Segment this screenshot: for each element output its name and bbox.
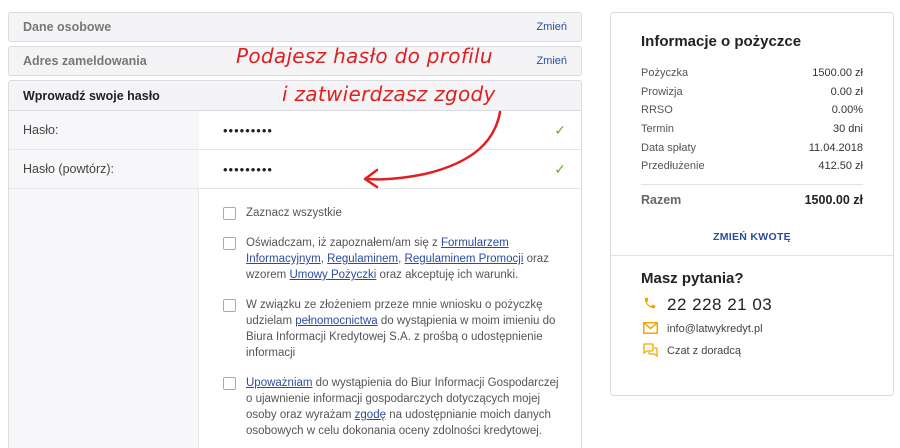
annotation-line-1: Podajesz hasło do profilu <box>236 44 493 68</box>
loan-row: Przedłużenie 412.50 zł <box>641 160 863 173</box>
contact-section: Masz pytania? 22 228 21 03 info@latwykre… <box>611 256 893 360</box>
check-icon: ✓ <box>554 160 567 177</box>
chat-row: Czat z doradcą <box>641 342 863 360</box>
annotation-arrow-icon <box>363 110 502 189</box>
consent-big: Upoważniam do wystąpienia do Biur Inform… <box>223 375 561 439</box>
chat-icon <box>641 342 659 360</box>
envelope-icon <box>641 321 659 337</box>
bik-text: W związku ze złożeniem przeze mnie wnios… <box>246 299 556 359</box>
chat-link[interactable]: Czat z doradcą <box>667 345 741 357</box>
password-value: ••••••••• <box>223 122 273 138</box>
phone-icon <box>641 296 659 313</box>
authorize-link[interactable]: Upoważniam <box>246 377 312 389</box>
loan-row: Pożyczka 1500.00 zł <box>641 67 863 80</box>
bik-checkbox[interactable] <box>223 299 236 312</box>
loan-info-title: Informacje o pożyczce <box>641 33 802 50</box>
loan-row: Termin 30 dni <box>641 123 863 136</box>
consent-link[interactable]: zgodę <box>355 409 386 421</box>
address-change-link[interactable]: Zmień <box>536 55 567 67</box>
terms-text: Oświadczam, iż zapoznałem/am się z Formu… <box>246 237 549 281</box>
personal-change-link[interactable]: Zmień <box>536 21 567 33</box>
section-address-title: Adres zameldowania <box>23 54 147 68</box>
consents-gutter <box>9 189 199 448</box>
loan-agreement-link[interactable]: Umowy Pożyczki <box>289 269 376 281</box>
phone-number[interactable]: 22 228 21 03 <box>667 295 772 315</box>
loan-row: RRSO 0.00% <box>641 104 863 117</box>
password-repeat-value: ••••••••• <box>223 161 273 177</box>
consent-terms: Oświadczam, iż zapoznałem/am się z Formu… <box>223 235 561 283</box>
contact-title: Masz pytania? <box>641 269 744 287</box>
big-checkbox[interactable] <box>223 377 236 390</box>
select-all-checkbox[interactable] <box>223 207 236 220</box>
email-link[interactable]: info@latwykredyt.pl <box>667 323 763 335</box>
big-text: Upoważniam do wystąpienia do Biur Inform… <box>246 377 559 437</box>
consent-select-all: Zaznacz wszystkie <box>223 205 561 221</box>
regulations-link[interactable]: Regulaminem <box>327 253 398 265</box>
total-value: 1500.00 zł <box>804 192 863 207</box>
total-label: Razem <box>641 192 682 207</box>
consent-bik: W związku ze złożeniem przeze mnie wnios… <box>223 297 561 361</box>
consents-area: Zaznacz wszystkie Oświadczam, iż zapozna… <box>9 189 581 448</box>
loan-divider <box>641 183 863 185</box>
change-amount-link[interactable]: ZMIEŃ KWOTĘ <box>641 231 863 243</box>
section-personal-data: Dane osobowe Zmień <box>8 12 582 42</box>
select-all-label: Zaznacz wszystkie <box>246 207 342 219</box>
email-row: info@latwykredyt.pl <box>641 321 863 337</box>
loan-row: Data spłaty 11.04.2018 <box>641 141 863 154</box>
terms-checkbox[interactable] <box>223 237 236 250</box>
consent-list: Zaznacz wszystkie Oświadczam, iż zapozna… <box>199 189 581 448</box>
loan-info: Informacje o pożyczce Pożyczka 1500.00 zł… <box>611 13 893 243</box>
loan-summary-panel: Informacje o pożyczce Pożyczka 1500.00 zł… <box>610 12 894 396</box>
promo-regulations-link[interactable]: Regulaminem Promocji <box>405 253 524 265</box>
power-of-attorney-link[interactable]: pełnomocnictwa <box>295 315 377 327</box>
password-label: Hasło: <box>23 123 59 137</box>
loan-row: Prowizja 0.00 zł <box>641 85 863 98</box>
phone-row: 22 228 21 03 <box>641 295 863 315</box>
section-personal-title: Dane osobowe <box>23 20 112 34</box>
password-repeat-label: Hasło (powtórz): <box>23 162 114 176</box>
loan-total: Razem 1500.00 zł <box>641 193 863 207</box>
form-column: Dane osobowe Zmień Adres zameldowania Zm… <box>8 12 582 448</box>
check-icon: ✓ <box>554 121 567 138</box>
